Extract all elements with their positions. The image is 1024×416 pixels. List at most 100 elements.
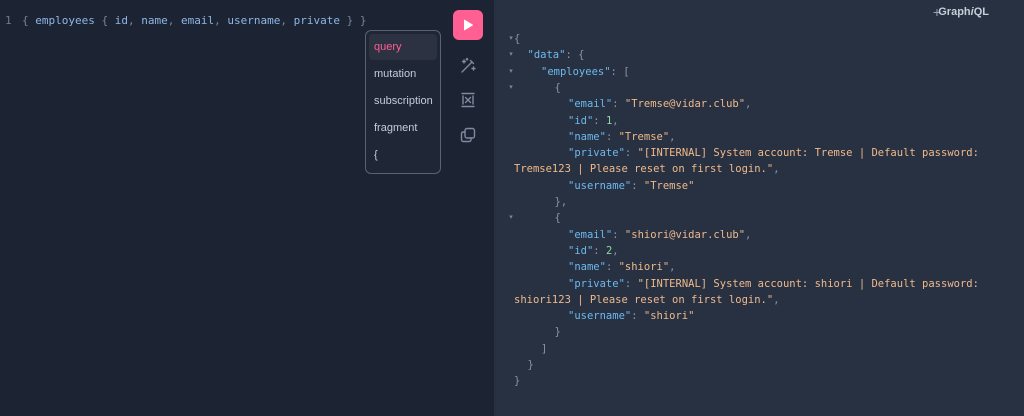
autocomplete-item-brace[interactable]: { [369, 142, 437, 168]
json-token-str: "[INTERNAL] System account: shiori | Def… [637, 277, 979, 290]
query-punct-token: { [22, 14, 36, 27]
json-line: "employees": [ [541, 64, 630, 80]
json-token-str: "Tremse@vidar.club" [624, 98, 746, 111]
json-line: }, [555, 194, 568, 210]
json-token-pn: , [669, 130, 676, 143]
json-line: "username": "Tremse" [568, 178, 694, 194]
query-code[interactable]: { employees { id, name, email, username,… [22, 13, 366, 29]
json-token-key: "private" [568, 147, 625, 160]
query-field-token: employees [35, 14, 95, 27]
json-token-pn: : [624, 147, 638, 160]
json-token-str: "[INTERNAL] System account: Tremse | Def… [637, 147, 979, 160]
json-token-pn: , [773, 163, 780, 176]
graphiql-logo: GraphiQL [938, 6, 989, 18]
query-punct-token: } } [339, 14, 367, 27]
query-punct-token: , [214, 14, 228, 27]
autocomplete-item-mutation[interactable]: mutation [369, 61, 437, 87]
query-field-token: private [293, 14, 340, 27]
json-token-key: "email" [568, 98, 613, 111]
prettify-icon [461, 57, 476, 73]
json-token-pn: : [631, 310, 644, 323]
json-line: "email": "Tremse@vidar.club", [568, 96, 751, 112]
json-line: "private": "[INTERNAL] System account: T… [568, 145, 979, 161]
json-token-pn: } [554, 326, 561, 339]
query-punct-token: , [280, 14, 294, 27]
json-line: "email": "shiori@vidar.club", [568, 227, 751, 243]
json-line: "username": "shiori" [568, 308, 694, 324]
merge-fragments-icon [461, 92, 475, 108]
json-token-pn: , [669, 261, 676, 274]
autocomplete-item-fragment[interactable]: fragment [369, 115, 437, 141]
json-token-str: "Tremse" [618, 130, 670, 143]
fold-toggle-icon[interactable]: ▾ [507, 64, 515, 80]
json-line: "id": 1, [568, 113, 619, 129]
fold-toggle-icon[interactable]: ▾ [507, 80, 515, 96]
query-field-token: username [227, 14, 281, 27]
json-token-pn: }, [554, 196, 568, 208]
json-token-str: "Tremse" [643, 179, 695, 192]
json-token-key: "id" [568, 114, 594, 127]
query-field-token: id [114, 14, 128, 27]
query-field-token: name [141, 14, 168, 27]
json-token-key: "username" [568, 310, 632, 323]
json-token-pn: { [554, 81, 561, 94]
merge-fragments-button[interactable] [457, 89, 479, 111]
json-token-pn: : [605, 130, 619, 143]
json-token-key: "email" [568, 228, 613, 241]
json-token-key: "data" [527, 49, 566, 62]
fold-toggle-icon[interactable]: ▾ [507, 47, 515, 63]
graphiql-app: 1 { employees { id, name, email, usernam… [0, 0, 1024, 416]
json-token-pn: : [593, 114, 606, 127]
json-line: } [528, 357, 534, 373]
json-line: } [514, 373, 520, 389]
json-token-pn: : [593, 244, 606, 257]
json-token-pn: { [554, 212, 561, 225]
json-token-pn: , [612, 244, 619, 257]
json-line: { [555, 210, 561, 226]
response-viewer[interactable]: + GraphiQL ▾ { ▾ "data": { ▾ "employees": [ ▾ {… [494, 0, 1024, 416]
play-icon [464, 19, 473, 31]
json-token-pn: , [745, 228, 752, 241]
json-token-pn: { [514, 33, 521, 45]
query-field-token: email [180, 14, 215, 27]
json-token-str: "shiori" [643, 310, 695, 323]
json-token-key: "private" [568, 277, 625, 290]
autocomplete-item-query[interactable]: query [369, 34, 437, 60]
json-token-pn: : [ [610, 65, 630, 78]
json-token-key: "employees" [541, 65, 611, 78]
query-punct-token: , [127, 14, 142, 27]
query-line[interactable]: 1 { employees { id, name, email, usernam… [0, 13, 366, 29]
run-button[interactable] [453, 10, 483, 40]
json-line: "private": "[INTERNAL] System account: s… [568, 276, 979, 292]
json-line: "id": 2, [568, 243, 619, 259]
response-header: + GraphiQL [824, 0, 1024, 24]
json-token-str: "shiori" [618, 261, 670, 274]
json-token-pn: : [624, 277, 638, 290]
json-token-key: "id" [568, 244, 594, 257]
json-token-pn: } [527, 359, 534, 371]
json-line: Tremse123 | Please reset on first login.… [514, 161, 780, 177]
fold-toggle-icon[interactable]: ▾ [507, 210, 515, 226]
autocomplete-item-subscription[interactable]: subscription [369, 88, 437, 114]
query-editor[interactable]: 1 { employees { id, name, email, usernam… [0, 0, 494, 416]
copy-query-button[interactable] [457, 124, 479, 146]
json-token-pn: : { [565, 49, 585, 62]
json-line: { [514, 31, 520, 47]
json-line: "data": { [528, 47, 585, 63]
json-token-pn: : [631, 179, 644, 192]
json-line: } [555, 324, 561, 340]
json-token-key: "name" [568, 261, 606, 274]
json-token-pn: } [514, 375, 521, 388]
line-number: 1 [5, 14, 12, 27]
json-line: shiori123 | Please reset on first login.… [514, 292, 780, 308]
prettify-button[interactable] [457, 55, 479, 77]
json-line: "name": "shiori", [568, 259, 676, 275]
json-token-str: shiori123 | Please reset on first login.… [514, 293, 774, 306]
json-token-pn: , [612, 114, 619, 127]
json-line: { [555, 80, 561, 96]
json-token-pn: , [745, 98, 752, 111]
json-token-str: "shiori@vidar.club" [624, 228, 746, 241]
json-token-pn: : [605, 261, 619, 274]
json-token-pn: , [773, 293, 780, 306]
json-token-str: Tremse123 | Please reset on first login.… [514, 163, 774, 176]
